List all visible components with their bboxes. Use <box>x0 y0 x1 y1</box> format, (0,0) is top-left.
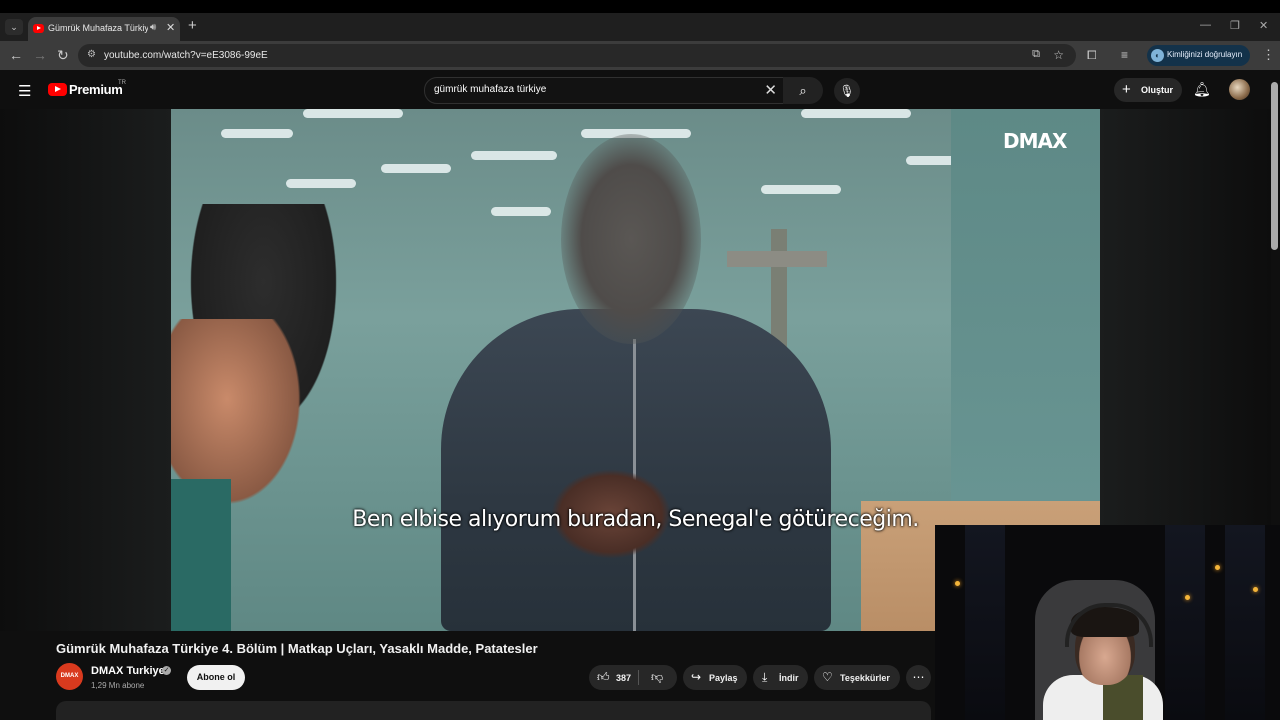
dmax-watermark: DMAX <box>1003 129 1067 153</box>
verify-label: Kimliğinizi doğrulayın <box>1167 50 1243 59</box>
description-box[interactable] <box>56 701 931 720</box>
verified-check-icon: ✓ <box>162 666 171 675</box>
download-icon: ⤓ <box>762 670 768 684</box>
browser-menu-icon[interactable]: ⋮ <box>1262 47 1275 63</box>
tab-title: Gümrük Muhafaza Türkiye - <box>48 23 148 33</box>
browser-tab[interactable]: Gümrük Muhafaza Türkiye - 🔊︎ ✕ <box>28 17 180 41</box>
webcam-light <box>955 581 960 586</box>
clear-search-icon[interactable]: ✕ <box>764 81 777 99</box>
youtube-header: ☰ Premium TR gümrük muhafaza türkiye ✕ ⌕… <box>0 70 1280 109</box>
like-icon[interactable]: 👍︎ <box>597 670 610 685</box>
more-actions-icon[interactable]: ⋯ <box>906 665 931 690</box>
address-bar[interactable]: ⚙ youtube.com/watch?v=eE3086-99eE ⧉ ☆ <box>78 44 1076 67</box>
like-dislike-group: 👍︎ 387 👎︎ <box>589 665 677 690</box>
video-door-handle <box>727 251 827 267</box>
ceiling-light <box>471 151 557 160</box>
youtube-logo-icon[interactable] <box>48 83 67 96</box>
ceiling-light <box>303 109 403 118</box>
video-person-left-body <box>171 479 231 631</box>
share-icon: ↪ <box>691 670 702 684</box>
reload-icon[interactable]: ↻ <box>57 47 69 64</box>
thanks-heart-icon: ♡ <box>822 670 833 684</box>
logo-text[interactable]: Premium <box>69 82 123 97</box>
share-button[interactable]: ↪ Paylaş <box>683 665 747 690</box>
site-info-icon[interactable]: ⚙ <box>87 49 96 60</box>
forward-icon[interactable]: → <box>33 47 47 63</box>
region-code: TR <box>118 80 126 86</box>
video-title: Gümrük Muhafaza Türkiye 4. Bölüm | Matka… <box>56 641 538 656</box>
verify-identity-button[interactable]: ◐ Kimliğinizi doğrulayın <box>1147 45 1250 66</box>
thanks-button[interactable]: ♡ Teşekkürler <box>814 665 900 690</box>
profile-shield-icon: ◐ <box>1151 49 1164 62</box>
plus-icon: + <box>1122 81 1131 98</box>
youtube-favicon-icon <box>33 24 44 33</box>
like-count[interactable]: 387 <box>616 673 631 683</box>
bookmark-star-icon[interactable]: ☆ <box>1053 48 1064 62</box>
thanks-label: Teşekkürler <box>840 673 890 683</box>
microphone-icon: 🎙︎ <box>839 84 855 98</box>
extensions-icon[interactable]: ⧠ <box>1087 48 1097 63</box>
webcam-light <box>1215 565 1220 570</box>
webcam-overlay <box>935 525 1280 720</box>
tab-strip: ⌄ Gümrük Muhafaza Türkiye - 🔊︎ ✕ + — ❐ ✕ <box>0 13 1280 41</box>
user-avatar[interactable] <box>1229 79 1250 100</box>
ceiling-light <box>761 185 841 194</box>
create-button[interactable]: + Oluştur <box>1114 78 1182 102</box>
address-toolbar: ← → ↻ ⚙ youtube.com/watch?v=eE3086-99eE … <box>0 41 1280 70</box>
ceiling-light <box>221 129 293 138</box>
restore-icon[interactable]: ❐ <box>1230 19 1240 32</box>
page-scrollbar[interactable] <box>1271 82 1278 250</box>
minimize-icon[interactable]: — <box>1200 19 1211 31</box>
close-window-icon[interactable]: ✕ <box>1259 19 1268 32</box>
new-tab-icon[interactable]: + <box>188 17 197 34</box>
notifications-bell-icon[interactable]: 🔔︎ <box>1193 81 1211 98</box>
dislike-icon[interactable]: 👎︎ <box>651 670 663 685</box>
webcam-light <box>1253 587 1258 592</box>
top-black-bar <box>0 0 1280 13</box>
ambient-right <box>1100 109 1271 525</box>
subscribe-button[interactable]: Abone ol <box>187 665 245 690</box>
channel-avatar[interactable]: DMAX <box>56 663 83 690</box>
webcam-light <box>1185 595 1190 600</box>
download-label: İndir <box>779 673 799 683</box>
search-button[interactable]: ⌕ <box>783 77 823 104</box>
channel-name[interactable]: DMAX Turkiye <box>91 665 165 677</box>
ceiling-light <box>286 179 356 188</box>
ceiling-light <box>801 109 911 118</box>
webcam-window <box>965 525 1005 720</box>
hamburger-menu-icon[interactable]: ☰ <box>18 82 31 100</box>
url-text[interactable]: youtube.com/watch?v=eE3086-99eE <box>104 50 268 61</box>
webcam-window <box>1225 525 1265 720</box>
subscriber-count: 1,29 Mn abone <box>91 681 145 690</box>
ceiling-light <box>491 207 551 216</box>
search-input[interactable]: gümrük muhafaza türkiye ✕ <box>424 77 784 104</box>
voice-search-button[interactable]: 🎙︎ <box>834 78 860 104</box>
blurred-face <box>561 134 701 344</box>
ambient-left <box>0 109 171 631</box>
tab-search-icon[interactable]: ⌄ <box>5 19 23 35</box>
share-label: Paylaş <box>709 673 738 683</box>
search-icon: ⌕ <box>799 83 807 98</box>
close-tab-icon[interactable]: ✕ <box>166 21 175 34</box>
back-icon[interactable]: ← <box>9 47 23 63</box>
webcam-window <box>1165 525 1205 720</box>
reading-list-icon[interactable]: ≡ <box>1121 48 1128 62</box>
like-divider <box>638 670 639 685</box>
create-label: Oluştur <box>1141 85 1174 95</box>
search-query[interactable]: gümrük muhafaza türkiye <box>434 84 546 95</box>
speaker-icon[interactable]: 🔊︎ <box>150 22 156 33</box>
download-button[interactable]: ⤓ İndir <box>753 665 808 690</box>
install-app-icon[interactable]: ⧉ <box>1032 48 1040 61</box>
ceiling-light <box>381 164 451 173</box>
